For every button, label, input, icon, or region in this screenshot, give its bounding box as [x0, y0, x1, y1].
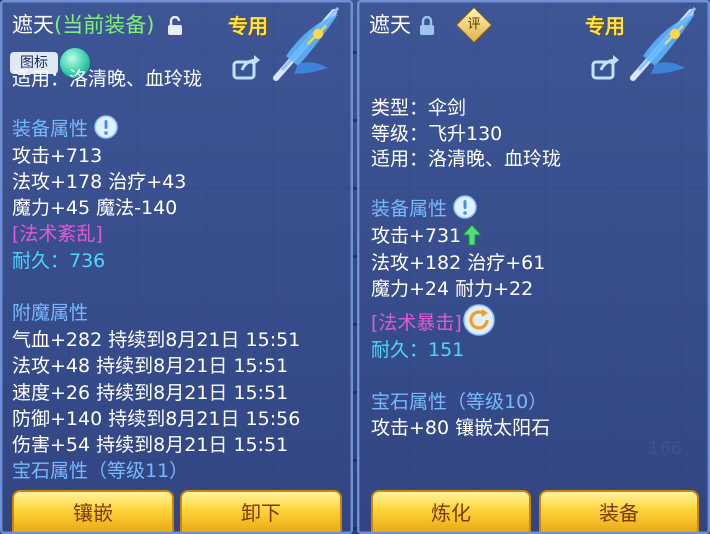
- gem-stat: 攻击+80 镶嵌太阳石: [371, 417, 551, 439]
- item-name: 遮天: [369, 13, 411, 37]
- info-icon[interactable]: [94, 115, 118, 139]
- share-icon[interactable]: [232, 54, 262, 80]
- current-equipment-panel: 遮天(当前装备) 专用 图标 适用：洛清晚、血玲珑 装备属性 攻击+713 法攻…: [0, 0, 353, 534]
- item-type: 类型：伞剑: [371, 97, 467, 119]
- equipped-label: (当前装备): [54, 13, 155, 37]
- applies-text: 适用：洛清晚、血玲珑: [12, 68, 203, 90]
- stat-line: 攻击+731: [371, 225, 462, 247]
- rating-icon[interactable]: 评: [455, 6, 493, 44]
- enchant-header: 附魔属性: [12, 302, 89, 324]
- enchant-line: 法攻+48 持续到8月21日 15:51: [12, 355, 289, 377]
- refine-button[interactable]: 炼化: [371, 490, 531, 532]
- gem-header: 宝石属性（等级10）: [371, 391, 548, 413]
- unequip-button[interactable]: 卸下: [180, 490, 342, 532]
- lock-icon[interactable]: [419, 16, 435, 36]
- stat-line: 攻击+713: [12, 145, 103, 167]
- info-icon[interactable]: [453, 195, 477, 219]
- gem-header: 宝石属性（等级11）: [12, 460, 189, 482]
- equipment-attributes-header: 装备属性: [371, 198, 448, 220]
- enchant-line: 速度+26 持续到8月21日 15:51: [12, 382, 289, 404]
- weapon-image: [630, 6, 697, 81]
- equip-button[interactable]: 装备: [539, 490, 699, 532]
- item-level: 等级：飞升130: [371, 123, 503, 145]
- refresh-icon[interactable]: [463, 304, 495, 336]
- unlock-icon[interactable]: [167, 16, 183, 36]
- durability: 耐久：736: [12, 250, 106, 272]
- inlay-button[interactable]: 镶嵌: [12, 490, 174, 532]
- equipment-attributes-header: 装备属性: [12, 118, 89, 140]
- stat-line: 魔力+45 魔法-140: [12, 197, 178, 219]
- weapon-image: [273, 6, 340, 81]
- compare-equipment-panel: 遮天 评 专用 类型：伞剑 等级：飞升130 适用：洛清晚、血玲珑 装备属性 攻…: [357, 0, 710, 534]
- applies-text: 适用：洛清晚、血玲珑: [371, 148, 562, 170]
- share-icon[interactable]: [591, 54, 621, 80]
- stat-line: 法攻+182 治疗+61: [371, 252, 546, 274]
- special-skill: [法术暴击]: [371, 312, 462, 334]
- exclusive-label: 专用: [585, 14, 625, 38]
- special-skill: [法术紊乱]: [12, 223, 103, 245]
- enchant-line: 气血+282 持续到8月21日 15:51: [12, 329, 301, 351]
- upgrade-arrow-icon: [462, 224, 482, 246]
- item-name: 遮天: [12, 13, 54, 37]
- stat-line: 魔力+24 耐力+22: [371, 278, 534, 300]
- enchant-line: 防御+140 持续到8月21日 15:56: [12, 408, 301, 430]
- item-title: 遮天(当前装备): [12, 14, 154, 36]
- stat-line: 法攻+178 治疗+43: [12, 171, 187, 193]
- enchant-line: 伤害+54 持续到8月21日 15:51: [12, 434, 289, 456]
- exclusive-label: 专用: [228, 14, 268, 38]
- durability: 耐久：151: [371, 339, 465, 361]
